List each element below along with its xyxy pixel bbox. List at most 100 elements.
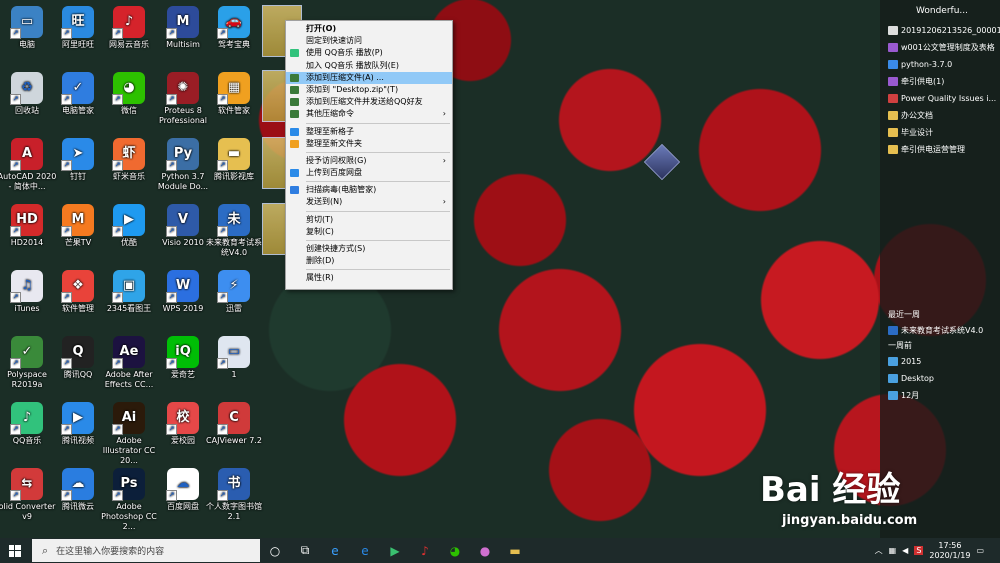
notification-icon[interactable]: ▭ <box>976 546 984 555</box>
desktop-icon-label: 2345看图王 <box>106 304 152 313</box>
desktop-icon[interactable]: ◕ ↗ 微信 <box>98 72 160 116</box>
qq-music-icon: ♪ ↗ <box>10 402 43 435</box>
menu-item-label: 添加到 "Desktop.zip"(T) <box>306 84 399 94</box>
desktop-icon[interactable]: Ae ↗ Adobe After Effects CC... <box>98 336 160 390</box>
context-menu-item[interactable]: 整理至新文件夹 <box>286 138 452 150</box>
desktop-icon[interactable]: ▶ ↗ 优酷 <box>98 204 160 248</box>
desktop-icon[interactable]: ▬ ↗ 腾讯影视库 <box>203 138 265 182</box>
edge-icon[interactable]: e <box>350 538 380 563</box>
mango-tv-icon: M ↗ <box>61 204 94 237</box>
desktop-icon-label: Adobe Illustrator CC 20... <box>102 436 156 465</box>
desktop-icon[interactable]: ▣ ↗ 2345看图王 <box>98 270 160 314</box>
desktop-icon-label: 1 <box>231 370 237 379</box>
panel-item[interactable]: w001公文管理制度及表格 <box>880 39 1000 56</box>
desktop-icon[interactable]: 书 ↗ 个人数字图书馆2.1 <box>203 468 265 522</box>
context-menu-item[interactable]: 整理至新格子 <box>286 126 452 138</box>
volume-icon[interactable]: ◀ <box>902 546 908 555</box>
desktop-icon[interactable]: Ps ↗ Adobe Photoshop CC 2... <box>98 468 160 532</box>
shortcut-arrow-icon: ↗ <box>112 490 123 501</box>
context-menu-item[interactable]: 发送到(N) › <box>286 196 452 208</box>
context-menu-item[interactable]: 加入 QQ音乐 播放队列(E) <box>286 60 452 72</box>
desktop-icon[interactable]: C ↗ CAJViewer 7.2 <box>203 402 265 446</box>
shortcut-arrow-icon: ↗ <box>112 28 123 39</box>
desktop-icon[interactable]: Ai ↗ Adobe Illustrator CC 20... <box>98 402 160 466</box>
panel-item-label: w001公文管理制度及表格 <box>901 43 995 52</box>
shortcut-arrow-icon: ↗ <box>166 28 177 39</box>
context-menu-item[interactable]: 复制(C) <box>286 226 452 238</box>
panel-item[interactable]: 12月 <box>880 387 1000 404</box>
context-menu-item[interactable]: 上传到百度网盘 <box>286 167 452 179</box>
panel-item[interactable]: 牵引供电运营管理 <box>880 141 1000 158</box>
wechat-icon[interactable]: ◕ <box>440 538 470 563</box>
panel-item[interactable]: 2015 <box>880 353 1000 370</box>
context-menu-item[interactable]: 添加到 "Desktop.zip"(T) <box>286 84 452 96</box>
ime-icon[interactable]: S <box>914 546 924 555</box>
desktop-icon[interactable]: 未 ↗ 未来教育考试系统V4.0 <box>203 204 265 258</box>
context-menu-item[interactable]: 删除(D) <box>286 255 452 267</box>
context-menu-item[interactable]: 添加到压缩文件并发送给QQ好友 <box>286 96 452 108</box>
chevron-up-icon[interactable]: ︿ <box>875 545 883 556</box>
task-view-icon[interactable]: ⧉ <box>290 538 320 563</box>
visio-icon: V ↗ <box>166 204 199 237</box>
shortcut-arrow-icon: ↗ <box>166 160 177 171</box>
context-menu-item[interactable]: 授予访问权限(G) › <box>286 155 452 167</box>
photo-icon[interactable]: ● <box>470 538 500 563</box>
network-icon[interactable]: ▦ <box>889 546 897 555</box>
menu-separator <box>306 181 450 183</box>
panel-item[interactable]: Desktop <box>880 370 1000 387</box>
context-menu-item[interactable]: 创建快捷方式(S) <box>286 243 452 255</box>
shortcut-arrow-icon: ↗ <box>61 226 72 237</box>
context-menu-item[interactable]: 扫描病毒(电脑管家) <box>286 184 452 196</box>
menu-item-icon <box>290 110 299 119</box>
context-menu-item[interactable]: 打开(O) <box>286 23 452 35</box>
context-menu-item[interactable]: 属性(R) <box>286 272 452 284</box>
menu-item-icon <box>290 169 299 178</box>
context-menu-item[interactable]: 使用 QQ音乐 播放(P) <box>286 47 452 59</box>
file-icon <box>888 111 898 120</box>
context-menu-item[interactable]: 添加到压缩文件(A) ... <box>286 71 452 84</box>
desktop-icon[interactable]: 虾 ↗ 虾米音乐 <box>98 138 160 182</box>
ie-icon[interactable]: e <box>320 538 350 563</box>
shortcut-arrow-icon: ↗ <box>217 358 228 369</box>
context-menu-item[interactable]: 剪切(T) <box>286 214 452 226</box>
menu-item-label: 使用 QQ音乐 播放(P) <box>306 48 383 58</box>
clock[interactable]: 17:56 2020/1/19 <box>929 541 970 561</box>
dingtalk-icon: ➤ ↗ <box>61 138 94 171</box>
desktop-icon[interactable]: ♪ ↗ 网易云音乐 <box>98 6 160 50</box>
cortana-icon[interactable]: ○ <box>260 538 290 563</box>
panel-item-label: 2015 <box>901 357 922 366</box>
desktop-icon[interactable]: ▦ ↗ 软件管家 <box>203 72 265 116</box>
file-icon <box>888 26 898 35</box>
context-menu-item[interactable]: 固定到快速访问 <box>286 35 452 47</box>
cube-icon[interactable] <box>643 143 681 181</box>
clock-date: 2020/1/19 <box>929 550 971 560</box>
python-icon: Py ↗ <box>166 138 199 171</box>
system-tray: ︿ ▦ ◀ S 17:56 2020/1/19 ▭ <box>875 538 984 563</box>
computer-icon: ▭ ↗ <box>10 6 43 39</box>
taskbar-search-box[interactable]: ⌕ 在这里输入你要搜索的内容 <box>32 539 260 562</box>
aliwangwang-icon: 旺 ↗ <box>61 6 94 39</box>
panel-item[interactable]: 牵引供电(1) <box>880 73 1000 90</box>
car-icon: 🚗 ↗ <box>217 6 250 39</box>
start-button[interactable] <box>0 538 30 563</box>
context-menu-item[interactable]: 其他压缩命令 › <box>286 108 452 120</box>
desktop-icon[interactable]: ▭ ↗ 1 <box>203 336 265 380</box>
panel-item-label: 12月 <box>901 391 920 400</box>
shortcut-arrow-icon: ↗ <box>217 94 228 105</box>
campus-icon: 校 ↗ <box>166 402 199 435</box>
panel-item[interactable]: 未来教育考试系统V4.0 <box>880 322 1000 339</box>
shortcut-arrow-icon: ↗ <box>112 226 123 237</box>
tencent-video-icon: ▶ ↗ <box>61 402 94 435</box>
panel-item[interactable]: 毕业设计 <box>880 124 1000 141</box>
netease-music-icon[interactable]: ♪ <box>410 538 440 563</box>
panel-item[interactable]: 办公文档 <box>880 107 1000 124</box>
panel-item[interactable]: python-3.7.0 <box>880 56 1000 73</box>
panel-item[interactable]: Power Quality Issues i... <box>880 90 1000 107</box>
shortcut-arrow-icon: ↗ <box>166 292 177 303</box>
media-icon[interactable]: ▶ <box>380 538 410 563</box>
file-explorer-icon[interactable]: ▬ <box>500 538 530 563</box>
panel-item[interactable]: 20191206213526_00001 <box>880 22 1000 39</box>
desktop-icon[interactable]: ⚡ ↗ 迅雷 <box>203 270 265 314</box>
desktop-icon[interactable]: 🚗 ↗ 驾考宝典 <box>203 6 265 50</box>
menu-item-icon <box>290 85 299 94</box>
